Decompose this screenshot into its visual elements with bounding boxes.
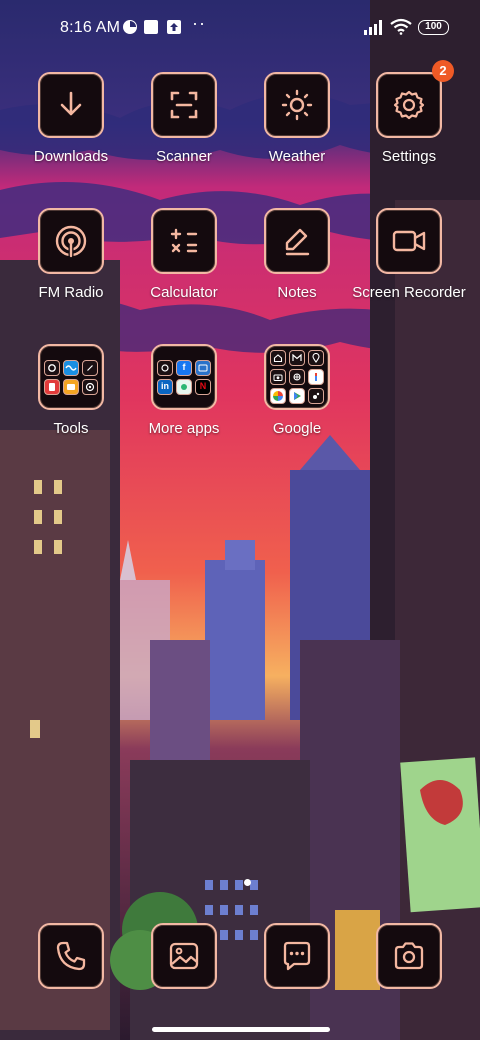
image-icon xyxy=(169,942,199,970)
gmail-icon xyxy=(289,350,305,366)
waves-icon xyxy=(63,359,79,376)
camera-tile[interactable] xyxy=(376,923,442,989)
google-folder-tile[interactable] xyxy=(264,344,330,410)
weather-tile[interactable] xyxy=(264,72,330,138)
home-icon xyxy=(270,350,286,366)
settings-tile[interactable] xyxy=(376,72,442,138)
notes-tile[interactable] xyxy=(264,208,330,274)
dock-camera[interactable] xyxy=(354,923,464,989)
settings-icon xyxy=(44,359,60,376)
sun-icon xyxy=(281,89,313,121)
app-label: Settings xyxy=(381,148,437,165)
play-icon xyxy=(289,388,305,404)
notification-badge: 2 xyxy=(432,60,454,82)
calculator-tile[interactable] xyxy=(151,208,217,274)
assistant-icon xyxy=(289,369,305,385)
status-bar: 8:16 AM ·· 100 xyxy=(0,0,480,56)
app-label: Notes xyxy=(277,284,317,301)
orange-app-icon xyxy=(63,378,79,395)
phone-tile[interactable] xyxy=(38,923,104,989)
phone-icon xyxy=(56,941,86,971)
app-notes[interactable]: Notes xyxy=(242,208,352,318)
app-weather[interactable]: Weather xyxy=(242,72,352,182)
calculator-icon xyxy=(170,228,198,253)
battery-indicator: 100 xyxy=(418,20,449,35)
app-calculator[interactable]: Calculator xyxy=(129,208,239,318)
folder-google[interactable]: Google xyxy=(242,344,352,454)
app-scanner[interactable]: Scanner xyxy=(129,72,239,182)
app-label: Downloads xyxy=(33,148,109,165)
page-indicator xyxy=(244,879,251,886)
app-label: FM Radio xyxy=(38,284,104,301)
browser-icon xyxy=(195,359,211,376)
folder-label: More apps xyxy=(148,420,220,437)
folder-label: Google xyxy=(272,420,322,437)
video-camera-icon xyxy=(392,230,426,252)
app-label: Screen Recorder xyxy=(352,284,466,301)
signal-icon xyxy=(364,20,382,35)
app-label: Calculator xyxy=(150,284,218,301)
gear-icon xyxy=(393,90,425,120)
status-time: 8:16 AM xyxy=(60,19,121,36)
pen-icon xyxy=(285,228,310,256)
netflix-icon: N xyxy=(195,378,211,395)
chat-bubble-icon xyxy=(283,941,311,971)
app-downloads[interactable]: Downloads xyxy=(16,72,126,182)
screen-recorder-tile[interactable] xyxy=(376,208,442,274)
app-icon xyxy=(157,359,173,376)
folder-label: Tools xyxy=(53,420,89,437)
maps-icon xyxy=(308,350,324,366)
folder-more-apps[interactable]: f in N More apps xyxy=(129,344,239,454)
folder-preview-grid: f in N xyxy=(157,359,211,395)
upload-icon xyxy=(167,20,181,34)
fm-radio-tile[interactable] xyxy=(38,208,104,274)
fabby-icon xyxy=(176,378,192,395)
square-icon xyxy=(144,20,158,34)
dock-phone[interactable] xyxy=(16,923,126,989)
radio-icon xyxy=(55,225,87,258)
red-app-icon xyxy=(44,378,60,395)
app-settings[interactable]: 2 Settings xyxy=(354,60,464,182)
linkedin-icon: in xyxy=(157,378,173,395)
app-screen-recorder[interactable]: Screen Recorder xyxy=(352,208,466,318)
download-icon xyxy=(60,91,82,116)
compass-icon xyxy=(82,359,98,376)
downloads-tile[interactable] xyxy=(38,72,104,138)
home-gesture-bar[interactable] xyxy=(152,1027,330,1032)
gallery-tile[interactable] xyxy=(151,923,217,989)
camera-icon xyxy=(270,369,286,385)
wifi-icon xyxy=(390,18,412,35)
app-label: Scanner xyxy=(156,148,212,165)
dock-messages[interactable] xyxy=(242,923,352,989)
more-apps-folder-tile[interactable]: f in N xyxy=(151,344,217,410)
app-fm-radio[interactable]: FM Radio xyxy=(16,208,126,318)
target-icon xyxy=(82,378,98,395)
app-label: Weather xyxy=(268,148,326,165)
messages-tile[interactable] xyxy=(264,923,330,989)
notification-overflow: ·· xyxy=(192,13,206,33)
facebook-icon: f xyxy=(176,359,192,376)
folder-preview-grid xyxy=(270,350,324,404)
scanner-tile[interactable] xyxy=(151,72,217,138)
scan-icon xyxy=(170,91,198,119)
tools-folder-tile[interactable] xyxy=(38,344,104,410)
pie-chart-icon xyxy=(123,20,137,34)
folder-tools[interactable]: Tools xyxy=(16,344,126,454)
one-icon xyxy=(308,369,324,385)
photos-icon xyxy=(270,388,286,404)
duo-icon xyxy=(308,388,324,404)
dock-gallery[interactable] xyxy=(129,923,239,989)
folder-preview-grid xyxy=(44,359,98,395)
camera-icon xyxy=(394,942,424,970)
